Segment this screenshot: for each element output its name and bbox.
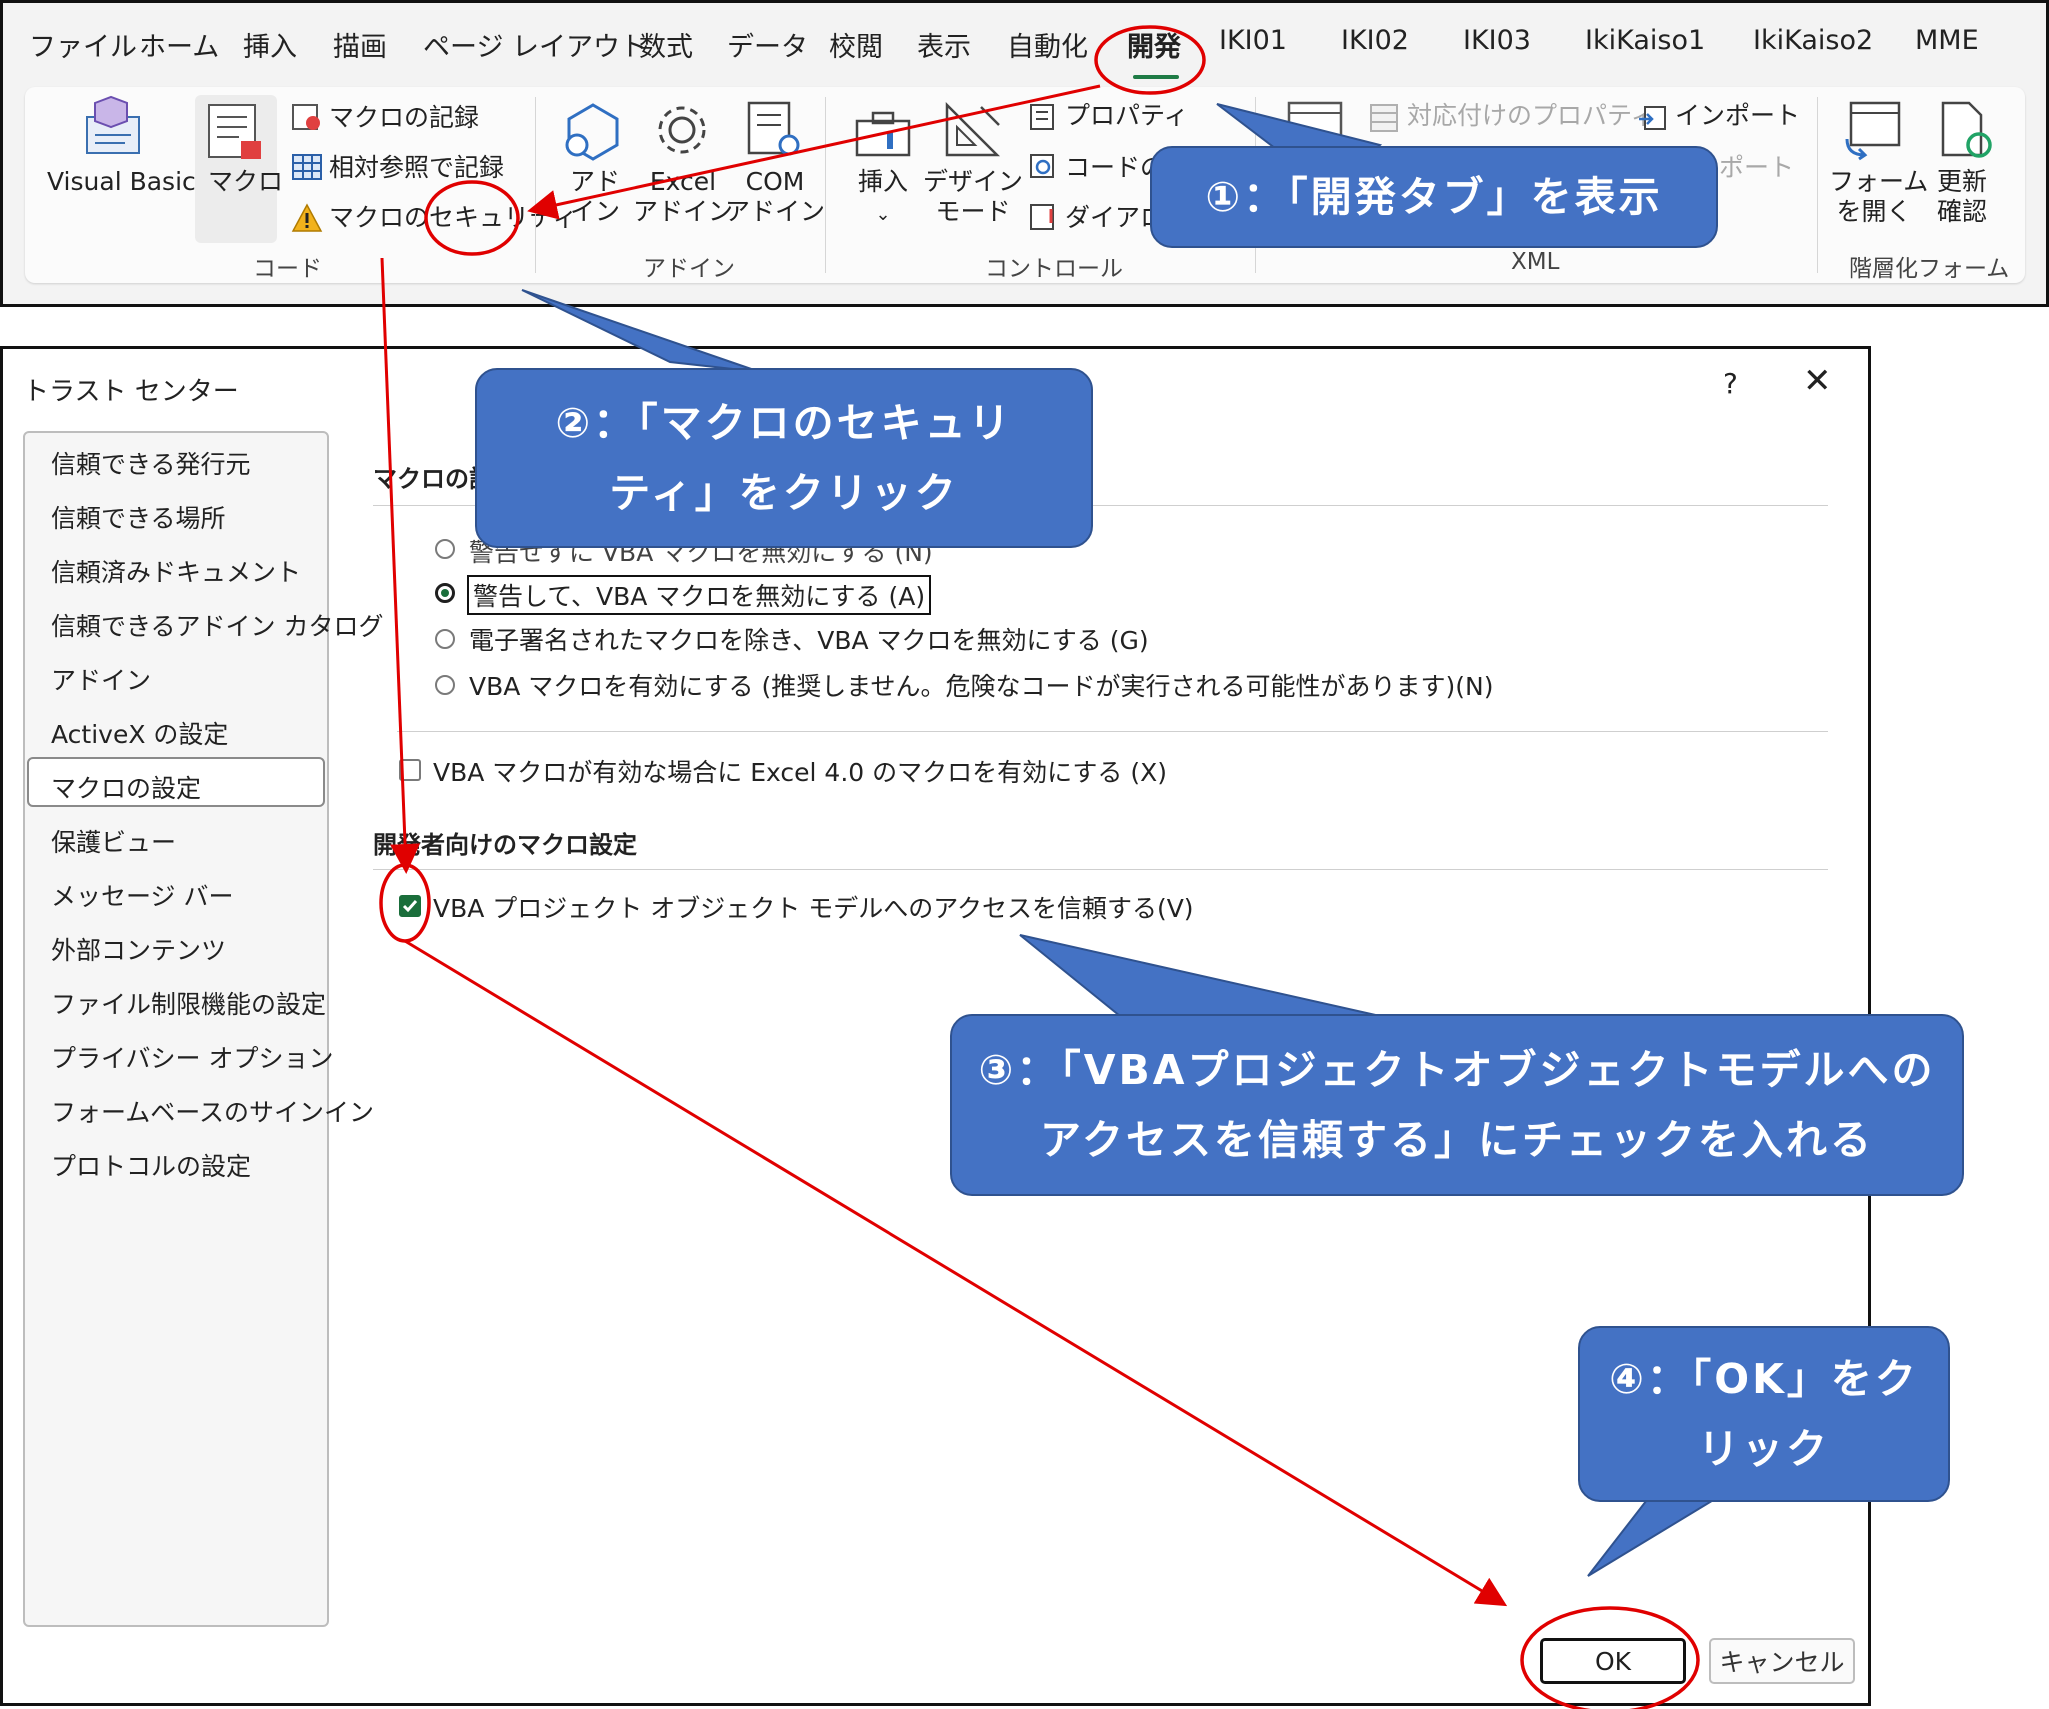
highlight-circle-macro-security xyxy=(424,180,520,256)
callout-step-3-line-1: ③：「VBAプロジェクトオブジェクトモデルへの xyxy=(978,1046,1936,1094)
arrow-to-vba-trust xyxy=(380,257,421,874)
highlight-circle-vba-trust xyxy=(379,863,431,943)
callout-3-tail xyxy=(1019,934,1381,1017)
callout-step-4: ④：「OK」をク リック xyxy=(1578,1326,1950,1502)
callout-2-tail xyxy=(521,289,761,373)
arrow-to-macro-security xyxy=(527,84,1101,220)
callout-step-2-line-1: ②：「マクロのセキュリ xyxy=(555,399,1013,447)
callout-step-1: ①：「開発タブ」を表示 xyxy=(1150,146,1718,248)
callout-step-3: ③：「VBAプロジェクトオブジェクトモデルへの アクセスを信頼する」にチェックを… xyxy=(950,1014,1964,1196)
callout-step-4-line-2: リック xyxy=(1698,1425,1830,1473)
callout-4-tail xyxy=(1587,1495,1724,1577)
callout-step-1-text: ①：「開発タブ」を表示 xyxy=(1205,173,1663,221)
callout-step-4-line-1: ④：「OK」をク xyxy=(1609,1355,1919,1403)
highlight-circle-developer-tab xyxy=(1094,25,1206,95)
callout-step-2: ②：「マクロのセキュリ ティ」をクリック xyxy=(475,368,1093,548)
highlight-circle-ok-button xyxy=(1520,1606,1700,1709)
callout-step-2-line-2: ティ」をクリック xyxy=(609,469,959,517)
callout-step-3-line-2: アクセスを信頼する」にチェックを入れる xyxy=(1040,1116,1874,1164)
